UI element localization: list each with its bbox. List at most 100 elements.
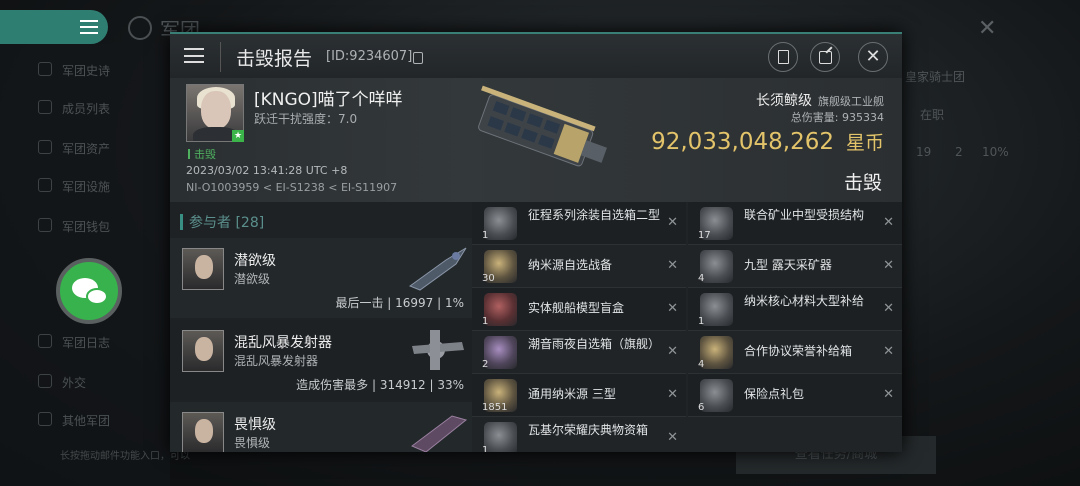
item-quantity: 1 — [482, 445, 489, 452]
sidebar-item-diplomacy[interactable]: 外交 — [38, 374, 86, 391]
item-column-right: 17 联合矿业中型受损结构 ✕ 4 九型 露天采矿器 ✕ 1 纳米核心材料大型补给 ✕ 4 合… — [688, 202, 902, 417]
total-damage: 总伤害量: 935334 — [790, 111, 884, 124]
participant-avatar — [182, 248, 224, 290]
kill-tag: 击毁 — [188, 146, 216, 162]
item-row[interactable]: 1 征程系列涂装自选箱二型 ✕ — [472, 202, 686, 245]
item-row[interactable]: 1851 通用纳米源 三型 ✕ — [472, 374, 686, 417]
panel-title: 击毁报告 — [236, 48, 313, 70]
menu-icon[interactable] — [184, 48, 204, 63]
destroyed-mark-icon: ✕ — [883, 258, 894, 273]
kill-location[interactable]: NI-O1003959 < EI-S1238 < EI-S11907 — [186, 181, 397, 194]
crate-icon — [484, 207, 517, 240]
item-row[interactable]: 1 实体舰船模型盲盒 ✕ — [472, 288, 686, 331]
close-icon: ✕ — [865, 46, 881, 67]
destroyed-mark-icon: ✕ — [883, 215, 894, 230]
item-quantity: 4 — [698, 273, 705, 284]
item-row[interactable]: 1 瓦基尔荣耀庆典物资箱 ✕ — [472, 417, 686, 452]
victim-name[interactable]: [KNGO]喵了个咩咩 — [254, 85, 403, 110]
gift-crate-icon — [484, 422, 517, 452]
item-row[interactable]: 4 九型 露天采矿器 ✕ — [688, 245, 902, 288]
participant-ship: 混乱风暴发射器 — [234, 354, 319, 368]
participant-row[interactable]: 畏惧级 畏惧级 — [170, 402, 472, 452]
item-name: 合作协议荣誉补给箱 — [744, 344, 853, 358]
participants-header: 参与者 [28] — [180, 212, 264, 232]
main-menu-button[interactable] — [0, 10, 108, 44]
close-icon[interactable]: ✕ — [978, 16, 996, 41]
bg-value-b: 2 — [955, 145, 963, 159]
participant-row[interactable]: 潜欲级 潜欲级 最后一击 | 16997 | 1% — [170, 238, 472, 318]
sidebar-item-facilities[interactable]: 军团设施 — [38, 178, 110, 195]
share-button[interactable] — [810, 42, 840, 72]
participant-ship-image — [408, 247, 467, 291]
destroyed-mark-icon: ✕ — [667, 258, 678, 273]
item-quantity: 4 — [698, 359, 705, 370]
item-quantity: 2 — [482, 359, 489, 370]
item-name: 实体舰船模型盲盒 — [528, 301, 625, 315]
item-row[interactable]: 1 纳米核心材料大型补给 ✕ — [688, 288, 902, 331]
item-name: 纳米核心材料大型补给 — [744, 294, 865, 308]
participant-avatar — [182, 412, 224, 452]
participant-ship-image — [412, 330, 464, 370]
dropped-items: 1 征程系列涂装自选箱二型 ✕ 30 纳米源自选战备 ✕ 1 实体舰船模型盲盒 ✕ 2 潮音雨… — [472, 202, 902, 452]
item-name: 征程系列涂装自选箱二型 — [528, 208, 661, 222]
bg-value-a: 19 — [916, 145, 932, 159]
item-row[interactable]: 30 纳米源自选战备 ✕ — [472, 245, 686, 288]
item-name: 联合矿业中型受损结构 — [744, 208, 865, 222]
item-row[interactable]: 17 联合矿业中型受损结构 ✕ — [688, 202, 902, 245]
destroyed-mark-icon: ✕ — [883, 301, 894, 316]
clipboard-icon — [778, 50, 789, 64]
item-name: 九型 露天采矿器 — [744, 258, 832, 272]
participant-ship-image — [411, 415, 468, 452]
item-quantity: 30 — [482, 273, 495, 284]
participant-name: 畏惧级 — [234, 417, 276, 433]
item-column-left: 1 征程系列涂装自选箱二型 ✕ 30 纳米源自选战备 ✕ 1 实体舰船模型盲盒 ✕ 2 潮音雨… — [472, 202, 686, 452]
item-name: 瓦基尔荣耀庆典物资箱 — [528, 423, 649, 437]
item-quantity: 17 — [698, 230, 711, 241]
honor-crate-icon — [700, 336, 733, 369]
sidebar-item-assets[interactable]: 军团资产 — [38, 140, 110, 157]
item-name: 通用纳米源 三型 — [528, 387, 616, 401]
participant-stat: 最后一击 | 16997 | 1% — [335, 296, 464, 310]
victim-ship-image[interactable] — [460, 78, 620, 188]
bg-status: 在职 — [920, 108, 945, 122]
skin-box-icon — [484, 336, 517, 369]
item-name: 潮音雨夜自选箱（旗舰） — [528, 337, 661, 351]
sidebar-item-wallet[interactable]: 军团钱包 — [38, 218, 110, 235]
victim-summary: ★ [KNGO]喵了个咩咩 跃迁干扰强度：7.0 击毁 2023/03/02 1… — [170, 78, 902, 202]
participant-ship: 畏惧级 — [234, 436, 271, 450]
item-name: 保险点礼包 — [744, 387, 805, 401]
sidebar-item-members[interactable]: 成员列表 — [38, 100, 110, 117]
clipboard-button[interactable] — [768, 42, 798, 72]
item-row[interactable]: 4 合作协议荣誉补给箱 ✕ — [688, 331, 902, 374]
item-row[interactable]: 2 潮音雨夜自选箱（旗舰） ✕ — [472, 331, 686, 374]
divider — [220, 42, 221, 72]
item-quantity: 1 — [482, 230, 489, 241]
isk-value: 92,033,048,262 星币 — [651, 129, 884, 155]
participant-avatar — [182, 330, 224, 372]
bg-value-c: 10% — [982, 145, 1009, 159]
report-id: [ID:9234607] — [326, 49, 413, 64]
participant-row[interactable]: 混乱风暴发射器 混乱风暴发射器 造成伤害最多 | 314912 | 33% — [170, 320, 472, 400]
destroyed-mark-icon: ✕ — [883, 344, 894, 359]
item-quantity: 1851 — [482, 402, 508, 413]
supply-crate-icon — [700, 293, 733, 326]
destroyed-mark-icon: ✕ — [883, 387, 894, 402]
wechat-icon[interactable] — [56, 258, 122, 324]
item-row[interactable]: 6 保险点礼包 ✕ — [688, 374, 902, 417]
copy-icon[interactable] — [413, 52, 423, 64]
model-box-icon — [484, 293, 517, 326]
participant-name: 混乱风暴发射器 — [234, 335, 332, 351]
destroyed-mark-icon: ✕ — [667, 430, 678, 445]
panel-header: 击毁报告 [ID:9234607] ✕ — [170, 32, 902, 78]
sidebar-item-other-corps[interactable]: 其他军团 — [38, 412, 110, 429]
close-button[interactable]: ✕ — [858, 42, 888, 72]
sidebar-item-history[interactable]: 军团史诗 — [38, 62, 110, 79]
corp-star-icon — [128, 16, 152, 40]
destroyed-mark-icon: ✕ — [667, 215, 678, 230]
participant-ship: 潜欲级 — [234, 272, 271, 286]
item-quantity: 1 — [698, 316, 705, 327]
star-badge-icon: ★ — [232, 130, 244, 142]
warp-disrupt-strength: 跃迁干扰强度：7.0 — [254, 112, 358, 126]
killmail-panel: 击毁报告 [ID:9234607] ✕ ★ [KNGO]喵了个咩咩 跃迁干扰强度… — [170, 32, 902, 452]
sidebar-item-log[interactable]: 军团日志 — [38, 334, 110, 351]
